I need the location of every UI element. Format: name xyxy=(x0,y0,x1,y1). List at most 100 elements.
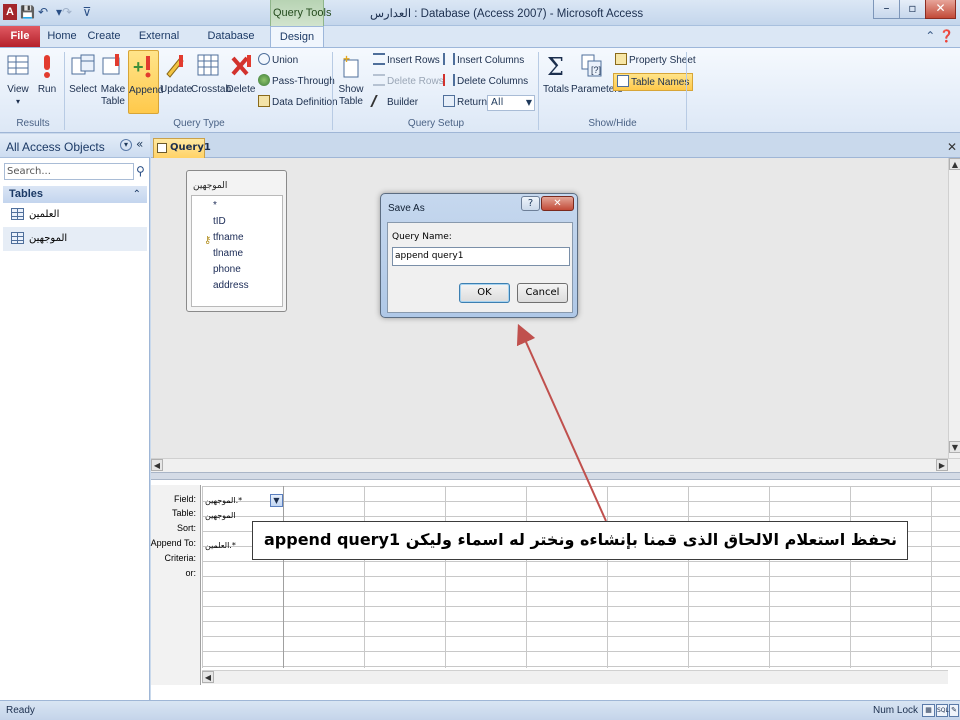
grid-cell-table[interactable]: الموجهين xyxy=(205,511,236,520)
undo-icon[interactable]: ↶ xyxy=(36,4,50,20)
minimize-button[interactable]: – xyxy=(873,0,900,19)
scroll-up-icon[interactable]: ▲ xyxy=(949,158,960,170)
insert-columns-button[interactable]: Insert Columns xyxy=(443,52,524,70)
view-button[interactable]: View ▾ xyxy=(4,50,32,114)
vertical-scrollbar[interactable]: ▲ ▼ xyxy=(948,158,960,458)
chevron-down-icon[interactable]: ▼ xyxy=(270,494,283,507)
run-icon xyxy=(44,55,50,78)
field-list-body: * ⚷ tID tfname tlname phone address xyxy=(191,195,283,307)
row-label-append-to: Append To: xyxy=(150,538,196,548)
totals-button[interactable]: Σ Totals xyxy=(541,50,571,114)
design-view-icon[interactable]: ✎ xyxy=(949,704,959,717)
horizontal-scrollbar[interactable]: ◀ ▶ xyxy=(151,458,960,472)
close-window-button[interactable]: ✕ xyxy=(925,0,956,19)
append-query-button[interactable]: + Append xyxy=(128,50,163,114)
delete-columns-button[interactable]: Delete Columns xyxy=(443,73,528,91)
show-table-button[interactable]: + Show Table xyxy=(336,50,366,114)
tab-database-tools[interactable]: Database Tools xyxy=(198,26,264,62)
field-item[interactable]: tfname xyxy=(213,232,244,243)
contextual-tab-label: Query Tools xyxy=(273,7,332,19)
make-table-label-1: Make xyxy=(100,84,126,95)
builder-button[interactable]: Builder xyxy=(370,94,419,112)
shutter-bar-collapse-icon[interactable]: « xyxy=(136,137,143,151)
num-lock-indicator: Num Lock xyxy=(873,705,919,716)
access-app-icon[interactable]: A xyxy=(3,4,17,20)
close-document-icon[interactable]: ✕ xyxy=(947,140,957,154)
dialog-close-button[interactable]: ✕ xyxy=(541,196,574,211)
table-names-button[interactable]: Table Names xyxy=(613,73,694,91)
table-field-list[interactable]: الموجهين * ⚷ tID tfname tlname phone add… xyxy=(186,170,287,312)
crosstab-query-button[interactable]: Crosstab xyxy=(191,50,232,114)
delete-rows-button[interactable]: Delete Rows xyxy=(373,73,444,91)
nav-item-table[interactable]: العلمين xyxy=(3,203,147,227)
field-list-title[interactable]: الموجهين xyxy=(193,181,227,191)
search-icon[interactable]: ⚲ xyxy=(136,164,145,178)
scroll-left-icon[interactable]: ◀ xyxy=(202,671,214,683)
nav-item-table[interactable]: الموجهين xyxy=(3,227,147,251)
insert-columns-icon xyxy=(443,53,455,65)
table-names-label: Table Names xyxy=(631,77,690,88)
scroll-left-icon[interactable]: ◀ xyxy=(151,459,163,471)
field-item[interactable]: * xyxy=(213,200,217,211)
pane-splitter[interactable] xyxy=(151,472,960,480)
run-button[interactable]: Run xyxy=(34,50,60,114)
field-item[interactable]: phone xyxy=(213,264,241,275)
svg-text:+: + xyxy=(343,52,350,66)
tab-design[interactable]: Design xyxy=(270,26,324,48)
pass-through-button[interactable]: Pass-Through xyxy=(258,73,335,91)
nav-item-label: العلمين xyxy=(29,209,60,220)
return-top-values-select[interactable]: All ▼ xyxy=(487,95,535,111)
restore-button[interactable]: ▫ xyxy=(899,0,926,19)
chevron-up-icon[interactable]: ⌃ xyxy=(133,186,141,203)
delete-query-icon xyxy=(231,55,251,76)
nav-group-tables[interactable]: Tables ⌃ xyxy=(3,186,147,203)
cancel-button[interactable]: Cancel xyxy=(517,283,568,303)
scroll-down-icon[interactable]: ▼ xyxy=(949,441,960,453)
dialog-help-button[interactable]: ? xyxy=(521,196,540,211)
tab-home[interactable]: Home xyxy=(44,26,80,47)
grid-cell-field[interactable]: الموجهين.* xyxy=(205,496,242,505)
delete-query-button[interactable]: Delete xyxy=(226,50,256,114)
document-tab-query1[interactable]: Query1 xyxy=(153,138,211,158)
nav-search-input[interactable]: Search... xyxy=(4,163,134,180)
field-item[interactable]: tID xyxy=(213,216,226,227)
data-definition-button[interactable]: Data Definition xyxy=(258,94,338,112)
union-query-button[interactable]: Union xyxy=(258,52,298,70)
grid-horizontal-scrollbar[interactable]: ◀ xyxy=(202,670,948,684)
field-item[interactable]: address xyxy=(213,280,249,291)
field-item[interactable]: tlname xyxy=(213,248,243,259)
builder-label: Builder xyxy=(387,97,419,108)
query-name-label: Query Name: xyxy=(392,232,452,242)
crosstab-label: Crosstab xyxy=(191,84,232,95)
insert-rows-button[interactable]: Insert Rows xyxy=(373,52,440,70)
select-query-button[interactable]: Select xyxy=(68,50,98,114)
query-name-input[interactable]: append query1 xyxy=(392,247,570,266)
update-query-button[interactable]: Update xyxy=(160,50,192,114)
property-sheet-button[interactable]: Property Sheet xyxy=(615,52,696,70)
scroll-right-icon[interactable]: ▶ xyxy=(936,459,948,471)
nav-menu-dropdown-icon[interactable]: ▾ xyxy=(120,139,132,151)
ok-button[interactable]: OK xyxy=(459,283,510,303)
save-icon[interactable]: 💾 xyxy=(20,4,35,20)
help-icon[interactable]: ⌃ ❓ xyxy=(925,29,954,43)
document-tab-strip xyxy=(151,134,960,158)
datasheet-view-icon[interactable]: ▦ xyxy=(922,704,935,717)
table-names-icon xyxy=(617,75,629,87)
tab-create[interactable]: Create xyxy=(86,26,122,47)
annotation-callout: نحفظ استعلام الالحاق الذى قمنا بإنشاءه و… xyxy=(252,521,908,560)
tab-external-data[interactable]: External Data xyxy=(130,26,188,62)
sql-view-button[interactable]: SQL xyxy=(936,704,949,717)
tab-file[interactable]: File xyxy=(0,26,40,47)
make-table-button[interactable]: Make Table xyxy=(99,50,127,114)
show-hide-group-label: Show/Hide xyxy=(588,118,637,129)
nav-item-label: الموجهين xyxy=(29,233,68,244)
grid-cell-append-to[interactable]: العلمين.* xyxy=(205,541,236,550)
delete-rows-label: Delete Rows xyxy=(387,76,444,87)
customize-qat-icon[interactable]: ⊽ xyxy=(80,4,94,20)
save-as-dialog: Save As ? ✕ Query Name: append query1 OK… xyxy=(380,193,578,318)
update-query-icon xyxy=(166,55,184,78)
design-grid[interactable] xyxy=(202,486,960,668)
parameters-button[interactable]: [?] Parameters xyxy=(571,50,623,114)
redo-icon[interactable]: ↷ xyxy=(60,4,74,20)
nav-title[interactable]: All Access Objects xyxy=(6,140,105,154)
